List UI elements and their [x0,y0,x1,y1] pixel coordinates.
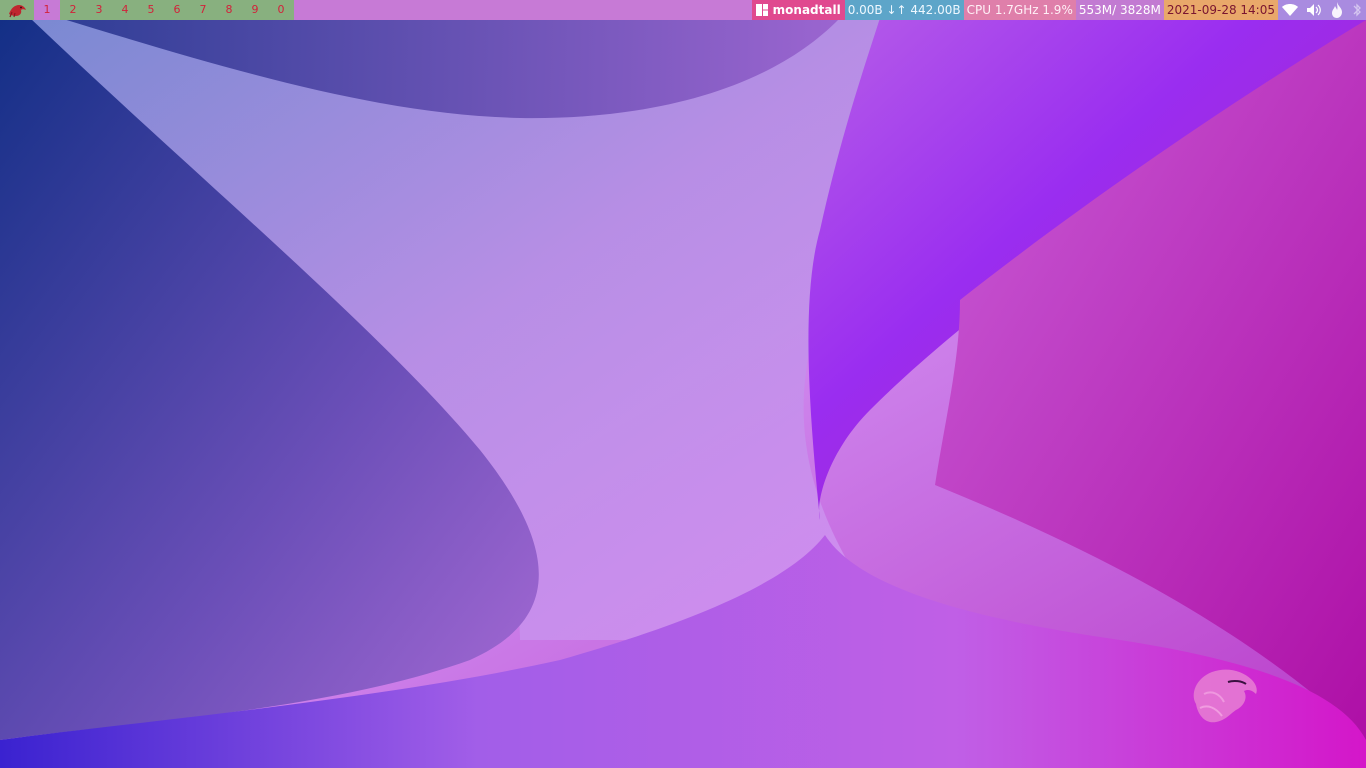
group-4[interactable]: 4 [112,0,138,20]
cpu-widget: CPU 1.7GHz 1.9% [963,0,1076,20]
group-7[interactable]: 7 [190,0,216,20]
net-speed: 0.00B ↓↑ 442.00B [847,3,961,17]
memory-usage: 553M/ 3828M [1078,3,1161,17]
flame-icon[interactable] [1330,2,1344,18]
group-9[interactable]: 9 [242,0,268,20]
group-2[interactable]: 2 [60,0,86,20]
groupbox: 1 2 3 4 5 6 7 8 9 0 [0,0,294,20]
clock-widget[interactable]: 2021-09-28 14:05 [1163,0,1278,20]
clock-text: 2021-09-28 14:05 [1166,3,1275,17]
bluetooth-icon[interactable] [1352,2,1362,18]
eagle-logo-icon [1193,669,1257,723]
wifi-icon[interactable] [1282,3,1298,17]
layout-name: monadtall [772,3,841,17]
cpu-usage: CPU 1.7GHz 1.9% [966,3,1073,17]
layout-indicator[interactable]: monadtall [751,0,845,20]
bar-spacer [294,0,752,20]
monadtall-layout-icon [755,4,768,16]
system-tray [1278,0,1366,20]
bird-logo-icon [9,5,26,18]
group-6[interactable]: 6 [164,0,190,20]
group-5[interactable]: 5 [138,0,164,20]
group-3[interactable]: 3 [86,0,112,20]
desktop-wallpaper [0,0,1366,768]
group-8[interactable]: 8 [216,0,242,20]
volume-icon[interactable] [1306,3,1322,17]
group-0[interactable]: 0 [268,0,294,20]
group-1[interactable]: 1 [34,0,60,20]
launcher-logo[interactable] [0,0,34,20]
memory-widget: 553M/ 3828M [1075,0,1164,20]
top-panel: 1 2 3 4 5 6 7 8 9 0 monadtall 0.00B ↓↑ 4… [0,0,1366,20]
net-widget: 0.00B ↓↑ 442.00B [844,0,964,20]
